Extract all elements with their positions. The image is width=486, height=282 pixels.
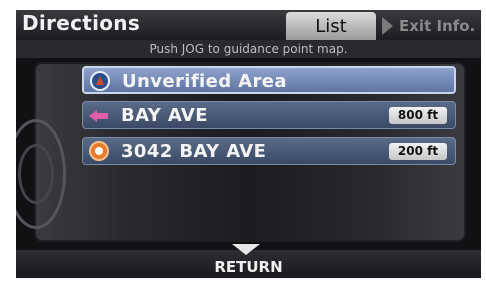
distance-badge: 200 ft [389,143,447,160]
turn-left-icon [89,105,109,125]
play-arrow-icon [382,17,393,35]
list-item[interactable]: BAY AVE 800 ft [82,101,456,129]
tab-exit-info-label: Exit Info. [399,17,476,35]
tab-exit-info[interactable]: Exit Info. [378,14,481,40]
destination-icon [89,141,109,161]
list-item-label: 3042 BAY AVE [121,141,267,162]
return-arrow-icon [232,244,260,255]
unverified-area-icon [90,71,110,91]
jog-dial-inner-arc [18,144,54,204]
instruction-hint: Push JOG to guidance point map. [16,40,481,58]
distance-badge: 800 ft [389,107,447,124]
list-item[interactable]: Unverified Area [82,66,456,94]
list-item-label: Unverified Area [122,71,287,92]
header-bar: Directions List Exit Info. [16,10,481,40]
tab-list[interactable]: List [286,12,376,40]
list-item-label: BAY AVE [121,105,208,126]
screen-title: Directions [22,11,141,35]
bottom-bar: RETURN [16,244,481,278]
list-item[interactable]: 3042 BAY AVE 200 ft [82,137,456,165]
navigation-screen: Directions List Exit Info. Push JOG to g… [16,10,481,278]
return-button[interactable]: RETURN [16,258,481,276]
